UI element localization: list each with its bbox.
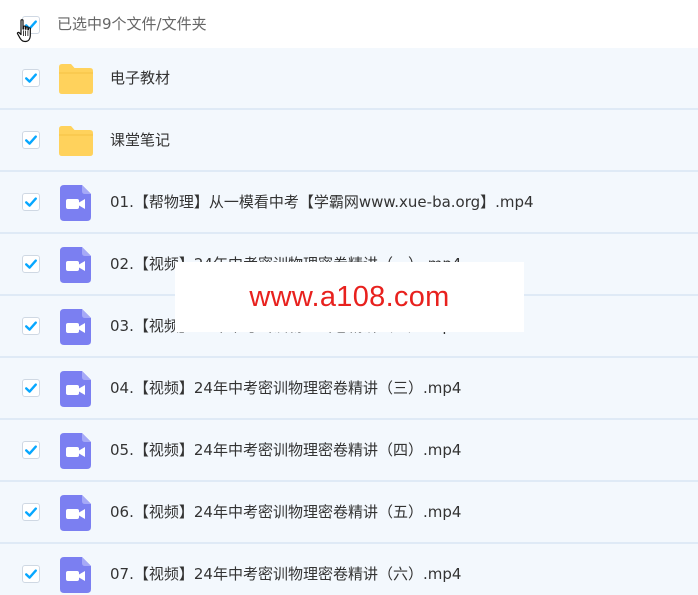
file-row-9[interactable]: 07.【视频】24年中考密训物理密卷精讲（六）.mp4: [0, 544, 698, 595]
file-name[interactable]: 06.【视频】24年中考密训物理密卷精讲（五）.mp4: [110, 502, 461, 522]
file-row-1[interactable]: 电子教材: [0, 48, 698, 110]
video-file-icon: [60, 185, 91, 221]
file-name[interactable]: 电子教材: [110, 68, 170, 88]
file-row-6[interactable]: 04.【视频】24年中考密训物理密卷精讲（三）.mp4: [0, 358, 698, 420]
file-name[interactable]: 05.【视频】24年中考密训物理密卷精讲（四）.mp4: [110, 440, 461, 460]
watermark-banner: www.a108.com: [175, 262, 524, 332]
checkmark-icon: [25, 321, 37, 331]
file-checkbox[interactable]: [22, 317, 40, 335]
file-name[interactable]: 01.【帮物理】从一模看中考【学霸网www.xue-ba.org】.mp4: [110, 192, 534, 212]
checkmark-icon: [25, 259, 37, 269]
selection-header: 已选中9个文件/文件夹: [0, 0, 698, 48]
checkmark-icon: [25, 135, 37, 145]
video-file-icon: [60, 371, 91, 407]
video-file-icon: [60, 247, 91, 283]
folder-icon: [59, 126, 93, 156]
file-row-2[interactable]: 课堂笔记: [0, 110, 698, 172]
checkmark-icon: [25, 383, 37, 393]
file-checkbox[interactable]: [22, 193, 40, 211]
file-checkbox[interactable]: [22, 379, 40, 397]
folder-icon: [59, 64, 93, 94]
checkmark-icon: [25, 569, 37, 579]
video-file-icon: [60, 557, 91, 593]
file-name[interactable]: 课堂笔记: [110, 130, 170, 150]
file-checkbox[interactable]: [22, 131, 40, 149]
video-file-icon: [60, 433, 91, 469]
file-name[interactable]: 07.【视频】24年中考密训物理密卷精讲（六）.mp4: [110, 564, 461, 584]
file-checkbox[interactable]: [22, 255, 40, 273]
hand-pointer-cursor-icon: [16, 19, 31, 43]
file-row-7[interactable]: 05.【视频】24年中考密训物理密卷精讲（四）.mp4: [0, 420, 698, 482]
checkmark-icon: [25, 73, 37, 83]
selection-count-text: 已选中9个文件/文件夹: [57, 15, 207, 33]
file-list-page: 已选中9个文件/文件夹 电子教材 课堂笔记 01.【帮物理】从一模看中考【学霸网…: [0, 0, 698, 595]
watermark-text: www.a108.com: [249, 281, 450, 313]
video-file-icon: [60, 495, 91, 531]
checkmark-icon: [25, 445, 37, 455]
checkmark-icon: [25, 197, 37, 207]
file-name[interactable]: 04.【视频】24年中考密训物理密卷精讲（三）.mp4: [110, 378, 461, 398]
video-file-icon: [60, 309, 91, 345]
file-checkbox[interactable]: [22, 69, 40, 87]
file-row-3[interactable]: 01.【帮物理】从一模看中考【学霸网www.xue-ba.org】.mp4: [0, 172, 698, 234]
file-row-8[interactable]: 06.【视频】24年中考密训物理密卷精讲（五）.mp4: [0, 482, 698, 544]
file-checkbox[interactable]: [22, 441, 40, 459]
checkmark-icon: [25, 507, 37, 517]
file-checkbox[interactable]: [22, 503, 40, 521]
file-checkbox[interactable]: [22, 565, 40, 583]
